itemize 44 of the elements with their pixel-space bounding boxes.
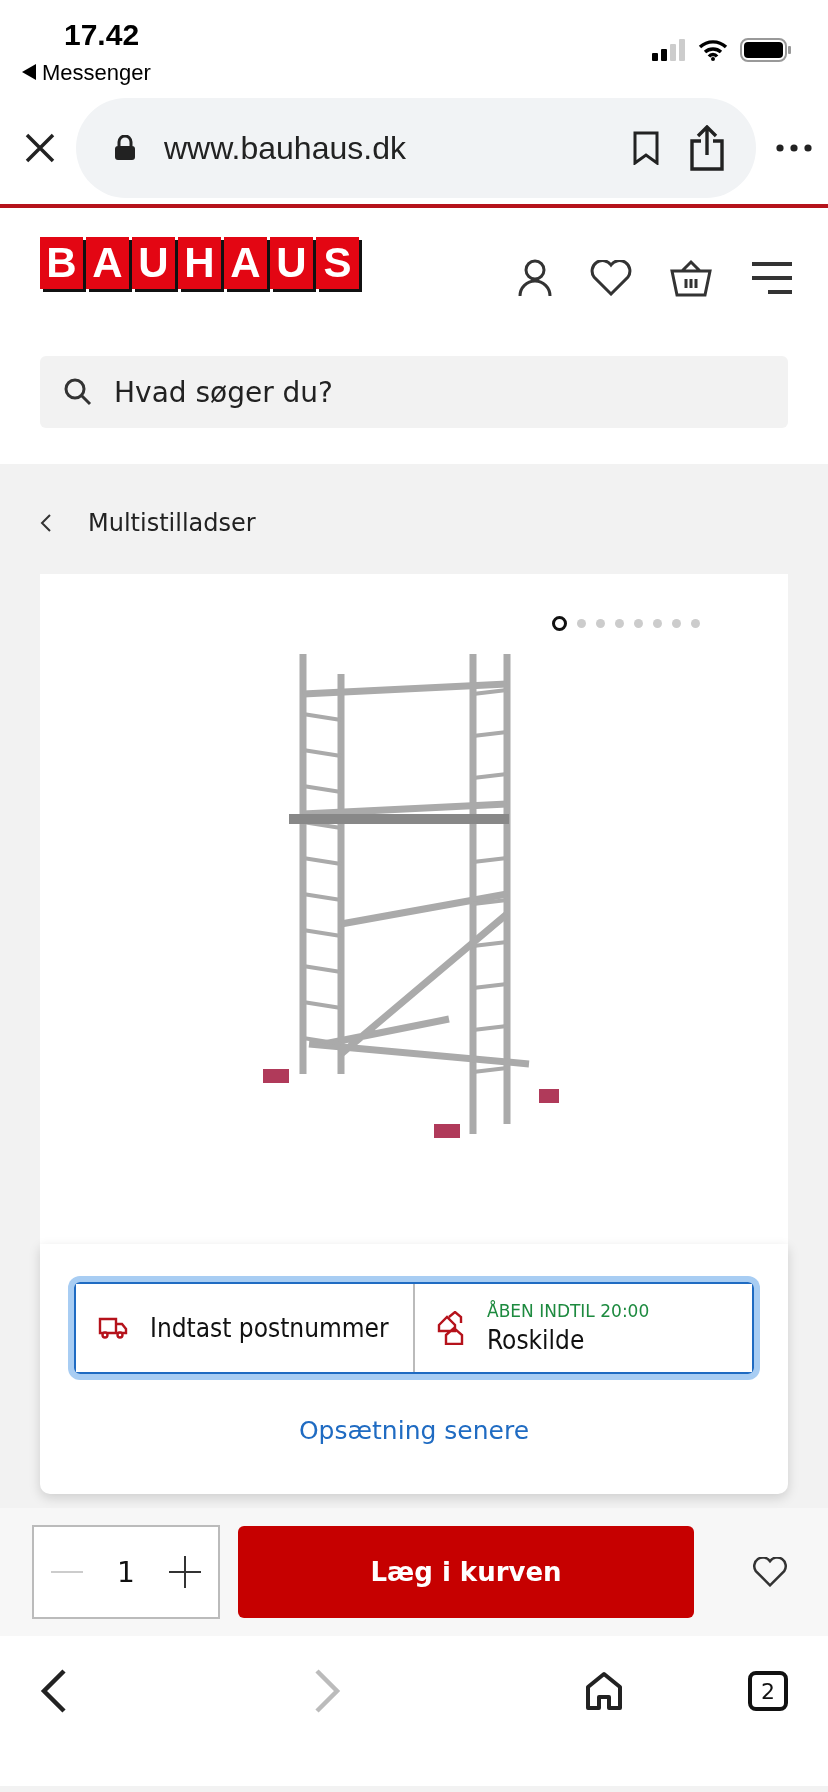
store-logo[interactable]: B A U H A U S xyxy=(40,237,359,289)
bookmark-button[interactable] xyxy=(632,131,660,165)
carousel-dot[interactable] xyxy=(691,619,700,628)
signal-icon xyxy=(652,39,686,61)
store-name: Roskilde xyxy=(487,1325,586,1355)
back-to-app-link[interactable]: Messenger xyxy=(22,60,151,86)
close-button[interactable] xyxy=(24,132,56,164)
carousel-dot[interactable] xyxy=(653,619,662,628)
search-field[interactable]: Hvad søger du? xyxy=(40,356,788,428)
home-button[interactable] xyxy=(585,1671,624,1711)
wifi-icon xyxy=(698,39,728,61)
basket-button[interactable] xyxy=(670,259,712,297)
plus-button[interactable] xyxy=(168,1556,201,1588)
menu-button[interactable] xyxy=(750,261,794,295)
quantity-stepper[interactable]: 1 xyxy=(32,1525,220,1619)
more-button[interactable] xyxy=(776,144,812,152)
tabs-button[interactable]: 2 xyxy=(747,1671,788,1711)
wishlist-button[interactable] xyxy=(752,1557,788,1587)
quantity-value: 1 xyxy=(117,1555,135,1589)
carousel-dot[interactable] xyxy=(552,616,567,631)
wishlist-button[interactable] xyxy=(590,260,632,296)
carousel-dot[interactable] xyxy=(577,619,586,628)
store-hours: ÅBEN INDTIL 20:00 xyxy=(487,1301,650,1321)
add-to-cart-button[interactable]: Læg i kurven xyxy=(238,1526,694,1618)
lock-icon xyxy=(114,135,136,161)
battery-icon xyxy=(740,38,792,62)
carousel-dot[interactable] xyxy=(615,619,624,628)
store-button[interactable]: ÅBEN INDTIL 20:00 Roskilde xyxy=(413,1284,752,1372)
address-bar[interactable]: www.bauhaus.dk xyxy=(76,98,756,198)
carousel-dot[interactable] xyxy=(596,619,605,628)
status-time: 17.42 xyxy=(63,18,141,52)
url-text: www.bauhaus.dk xyxy=(164,129,407,167)
search-icon xyxy=(64,378,92,406)
truck-icon xyxy=(98,1317,128,1339)
account-button[interactable] xyxy=(518,259,552,297)
houses-icon xyxy=(437,1311,465,1345)
chevron-left-icon xyxy=(40,513,52,533)
breadcrumb-link[interactable]: Multistilladser xyxy=(0,464,828,574)
share-button[interactable] xyxy=(688,125,726,171)
setup-later-link[interactable]: Opsætning senere xyxy=(298,1416,530,1445)
carousel-dot[interactable] xyxy=(672,619,681,628)
triangle-left-icon xyxy=(22,64,36,80)
back-button[interactable] xyxy=(40,1669,68,1713)
carousel-dot[interactable] xyxy=(634,619,643,628)
